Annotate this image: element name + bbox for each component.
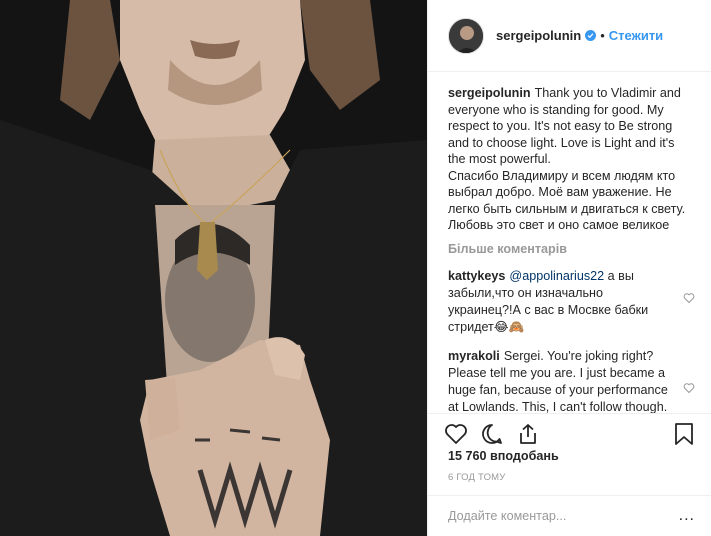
more-options-button[interactable]: ... — [679, 507, 695, 525]
comment-username[interactable]: myrakoli — [448, 349, 500, 363]
post-actions-bar — [428, 413, 711, 453]
avatar-image — [449, 18, 483, 53]
author-avatar[interactable] — [448, 17, 484, 54]
bookmark-icon[interactable] — [659, 419, 695, 449]
post-timestamp[interactable]: 6 год тому — [448, 472, 506, 483]
post-photo[interactable] — [0, 0, 427, 536]
add-comment-input[interactable] — [448, 509, 679, 523]
caption-username[interactable]: sergeipolunin — [448, 86, 531, 100]
likes-count[interactable]: 15 760 вподобань — [448, 449, 559, 463]
comments-section: sergeipolunin Thank you to Vladimir and e… — [428, 73, 711, 413]
share-icon[interactable] — [516, 419, 552, 449]
post-panel: sergeipolunin • Стежити sergeipolunin Tha… — [427, 0, 711, 536]
author-username[interactable]: sergeipolunin — [496, 28, 581, 43]
load-more-comments-button[interactable]: Більше коментарів — [448, 242, 695, 256]
comment-item: myrakoli Sergei. You're joking right? Ple… — [448, 348, 695, 413]
heart-icon[interactable] — [444, 419, 480, 449]
verified-badge-icon — [585, 30, 597, 41]
comment-item: kattykeys @appolinarius22 а вы забыли,что… — [448, 268, 695, 336]
follow-button[interactable]: Стежити — [609, 28, 663, 43]
add-comment-bar: ... — [428, 495, 711, 536]
post-caption: sergeipolunin Thank you to Vladimir and e… — [448, 85, 695, 234]
post-header: sergeipolunin • Стежити — [428, 0, 711, 72]
comment-bubble-icon[interactable] — [480, 419, 516, 449]
comment-mention[interactable]: @appolinarius22 — [509, 269, 604, 283]
comment-username[interactable]: kattykeys — [448, 269, 505, 283]
header-separator: • — [600, 28, 605, 43]
caption-text-ru: Спасибо Владимиру и всем людям кто выбра… — [448, 168, 686, 233]
heart-outline-icon[interactable] — [683, 382, 695, 394]
heart-outline-icon[interactable] — [683, 292, 695, 304]
post-photo-illustration — [0, 0, 427, 536]
